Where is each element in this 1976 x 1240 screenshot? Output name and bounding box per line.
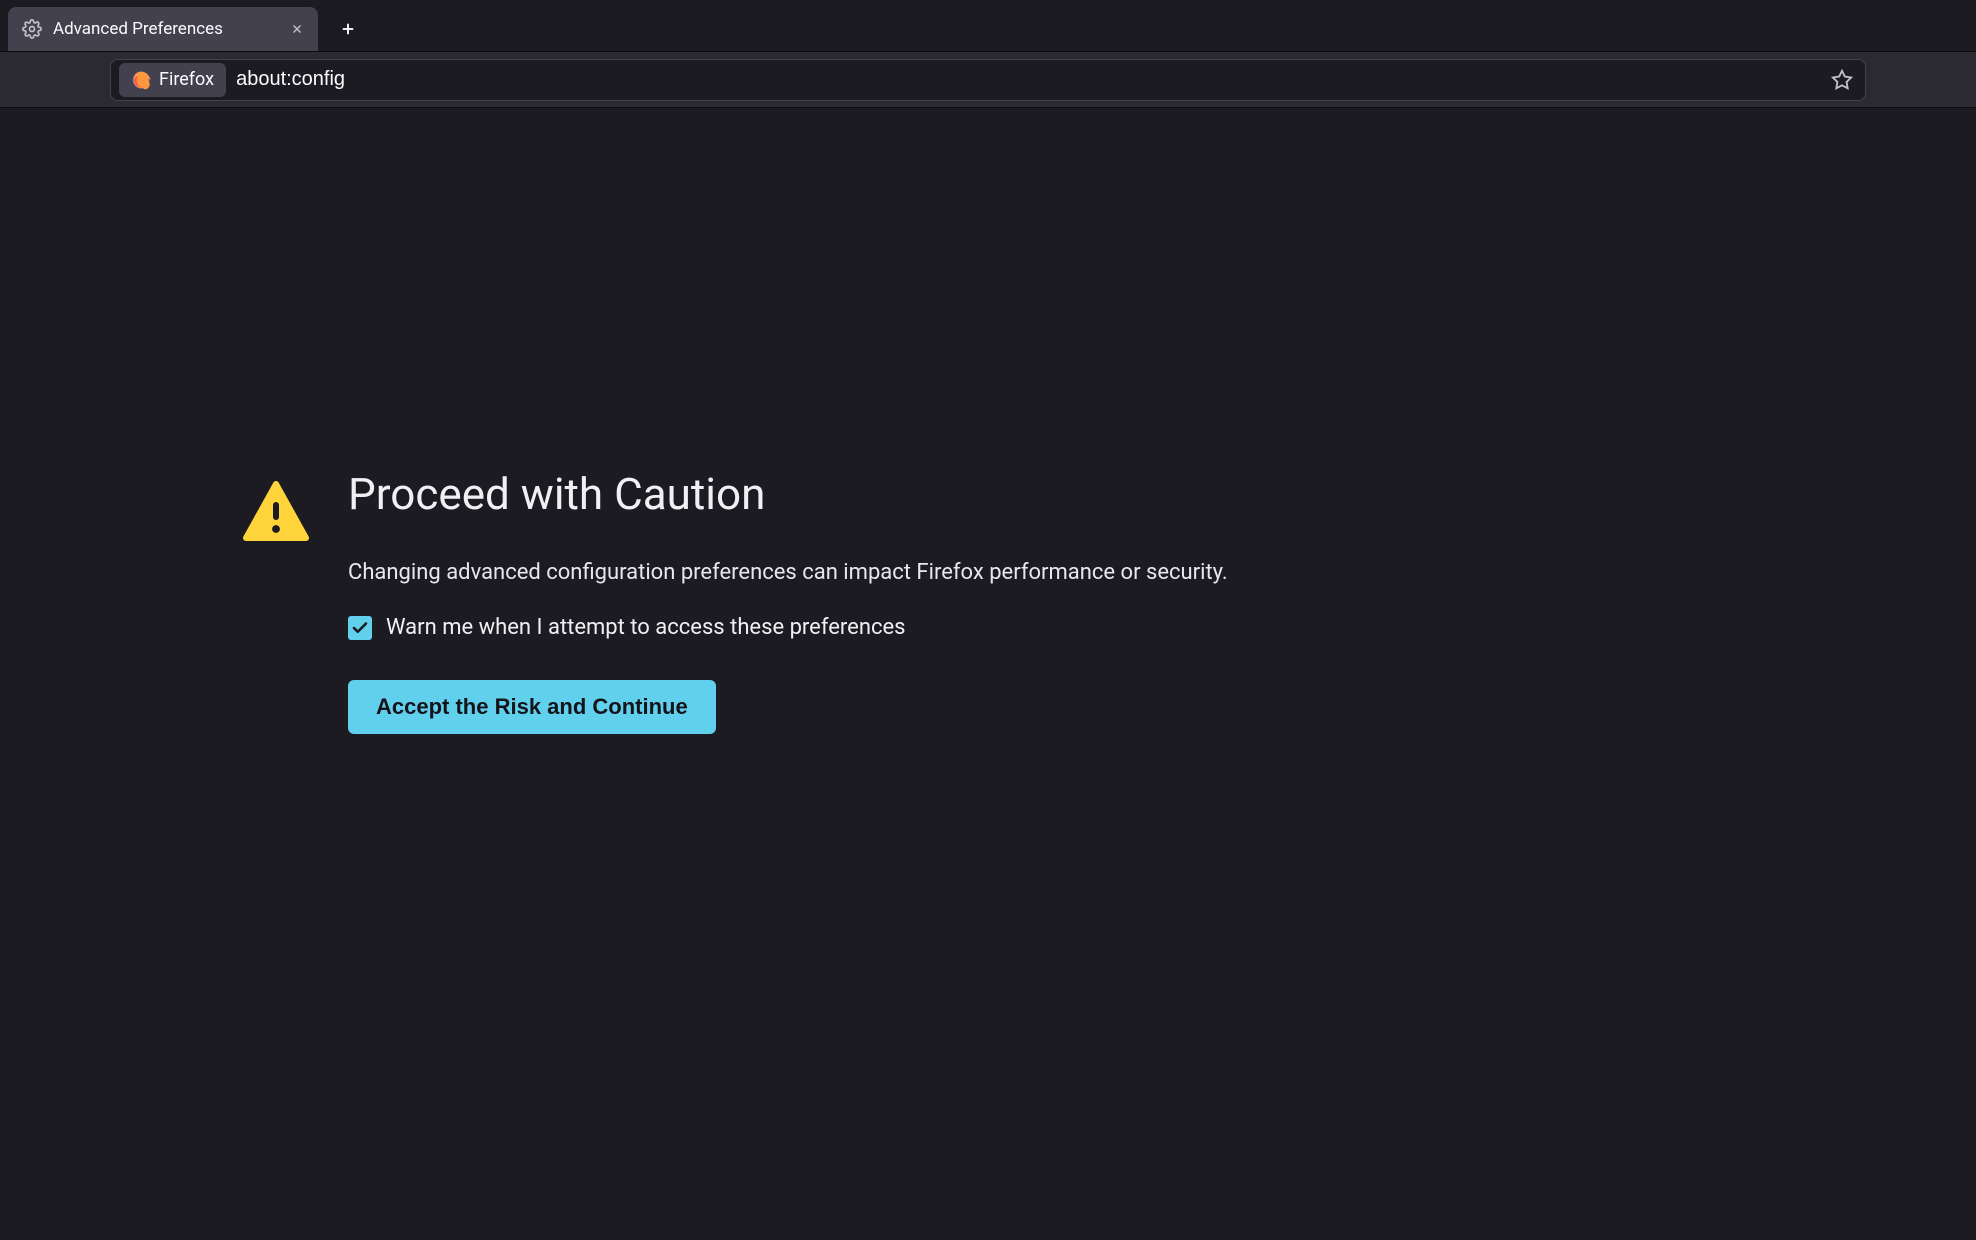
- identity-box[interactable]: Firefox: [119, 63, 226, 97]
- bookmark-button[interactable]: [1827, 65, 1857, 95]
- url-input[interactable]: [236, 68, 1817, 91]
- firefox-icon: [131, 70, 151, 90]
- browser-tab[interactable]: Advanced Preferences: [8, 7, 318, 51]
- page-content: Proceed with Caution Changing advanced c…: [0, 108, 1976, 1240]
- tab-bar: Advanced Preferences: [0, 0, 1976, 52]
- warn-checkbox[interactable]: [348, 616, 372, 640]
- close-icon: [290, 22, 304, 36]
- navigation-toolbar: Firefox: [0, 52, 1976, 108]
- accept-risk-button[interactable]: Accept the Risk and Continue: [348, 680, 716, 734]
- warning-checkbox-row: Warn me when I attempt to access these p…: [348, 615, 1228, 640]
- warning-container: Proceed with Caution Changing advanced c…: [240, 468, 1228, 734]
- plus-icon: [339, 20, 357, 38]
- star-icon: [1831, 69, 1853, 91]
- tab-title: Advanced Preferences: [53, 19, 276, 39]
- new-tab-button[interactable]: [328, 9, 368, 49]
- warning-icon: [240, 478, 312, 550]
- close-tab-button[interactable]: [286, 18, 308, 40]
- warning-text: Proceed with Caution Changing advanced c…: [348, 468, 1228, 734]
- warning-description: Changing advanced configuration preferen…: [348, 560, 1228, 585]
- check-icon: [351, 619, 369, 637]
- warning-title: Proceed with Caution: [348, 468, 1228, 520]
- warn-checkbox-label: Warn me when I attempt to access these p…: [386, 615, 906, 640]
- gear-icon: [21, 18, 43, 40]
- url-bar[interactable]: Firefox: [110, 59, 1866, 101]
- identity-label: Firefox: [159, 69, 214, 90]
